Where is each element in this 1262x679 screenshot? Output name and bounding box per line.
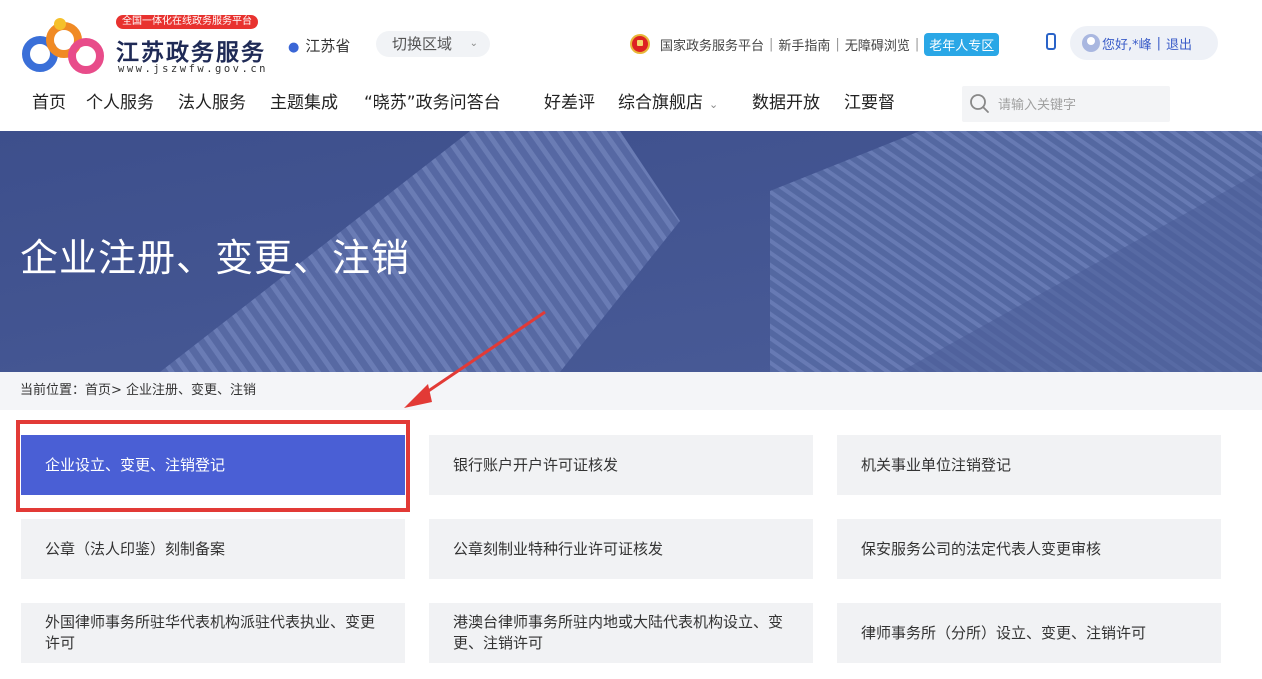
service-card[interactable]: 银行账户开户许可证核发: [429, 435, 813, 495]
service-card[interactable]: 企业设立、变更、注销登记: [21, 435, 405, 495]
service-card[interactable]: 公章（法人印鉴）刻制备案: [21, 519, 405, 579]
avatar: [1082, 34, 1100, 52]
nav-item-legal[interactable]: 法人服务: [178, 88, 246, 118]
nav-item-themes[interactable]: 主题集成: [270, 88, 338, 118]
top-links: 国家政务服务平台 | 新手指南 | 无障碍浏览 | 老年人专区: [630, 32, 1000, 56]
nav-item-personal[interactable]: 个人服务: [86, 88, 154, 118]
page-title: 企业注册、变更、注销: [20, 236, 411, 280]
service-card[interactable]: 港澳台律师事务所驻内地或大陆代表机构设立、变更、注销许可: [429, 603, 813, 663]
user-menu[interactable]: 您好,*峰 | 退出: [1070, 26, 1218, 60]
service-card-label: 律师事务所（分所）设立、变更、注销许可: [861, 623, 1147, 642]
elder-zone-button[interactable]: 老年人专区: [924, 32, 1000, 56]
service-card-label: 银行账户开户许可证核发: [453, 455, 619, 474]
service-card[interactable]: 保安服务公司的法定代表人变更审核: [837, 519, 1221, 579]
search-box: [962, 86, 1170, 124]
accessible-link[interactable]: 无障碍浏览: [845, 35, 910, 54]
breadcrumb: 当前位置：首页> 企业注册、变更、注销: [0, 372, 1262, 410]
service-card[interactable]: 外国律师事务所驻华代表机构派驻代表执业、变更许可: [21, 603, 405, 663]
page-banner: 企业注册、变更、注销: [0, 131, 1262, 372]
service-card-label: 港澳台律师事务所驻内地或大陆代表机构设立、变更、注销许可: [453, 613, 784, 652]
service-card-label: 公章（法人印鉴）刻制备案: [45, 539, 226, 558]
service-card[interactable]: 公章刻制业特种行业许可证核发: [429, 519, 813, 579]
nav-item-rating[interactable]: 好差评: [544, 88, 595, 118]
logout-link[interactable]: 退出: [1166, 34, 1192, 53]
nav-item-home[interactable]: 首页: [32, 88, 66, 118]
service-card[interactable]: 机关事业单位注销登记: [837, 435, 1221, 495]
chevron-down-icon: ⌄: [709, 98, 719, 111]
site-logo[interactable]: [20, 14, 106, 76]
nav-item-qa[interactable]: “晓苏”政务问答台: [364, 88, 501, 118]
nav-item-flagship-label: 综合旗舰店: [618, 93, 703, 113]
site-header: 全国一体化在线政务服务平台 江苏政务服务 www.jszwfw.gov.cn ●…: [0, 0, 1262, 132]
breadcrumb-current: 企业注册、变更、注销: [121, 383, 257, 398]
search-input[interactable]: [996, 86, 1166, 124]
site-name[interactable]: 江苏政务服务: [116, 33, 266, 67]
nav-item-flagship[interactable]: 综合旗舰店 ⌄: [618, 88, 718, 120]
breadcrumb-label: 当前位置：: [20, 383, 86, 398]
switch-region-label: 切换区域: [392, 35, 453, 53]
nav-item-supervise[interactable]: 江要督: [844, 88, 895, 118]
switch-region-button[interactable]: 切换区域 ⌄: [376, 31, 490, 57]
service-card-label: 外国律师事务所驻华代表机构派驻代表执业、变更许可: [45, 613, 376, 652]
mobile-icon[interactable]: [1046, 33, 1056, 50]
service-card[interactable]: 律师事务所（分所）设立、变更、注销许可: [837, 603, 1221, 663]
location-label: 江苏省: [305, 37, 351, 55]
platform-slogan: 全国一体化在线政务服务平台: [116, 15, 258, 29]
nav-item-open-data[interactable]: 数据开放: [752, 88, 820, 118]
guide-link[interactable]: 新手指南: [778, 35, 830, 54]
site-url: www.jszwfw.gov.cn: [118, 63, 268, 75]
chevron-down-icon: ⌄: [469, 38, 478, 49]
service-card-label: 保安服务公司的法定代表人变更审核: [861, 539, 1102, 558]
service-card-label: 机关事业单位注销登记: [861, 455, 1012, 474]
service-card-label: 企业设立、变更、注销登记: [45, 455, 226, 474]
user-greeting[interactable]: 您好,*峰: [1102, 34, 1152, 53]
search-icon[interactable]: [968, 92, 990, 114]
location-pin-icon: ●: [288, 40, 300, 55]
breadcrumb-home[interactable]: 首页>: [85, 383, 122, 398]
national-platform-link[interactable]: 国家政务服务平台: [660, 35, 764, 54]
national-emblem-icon: [630, 34, 650, 54]
current-location: ● 江苏省: [288, 35, 350, 56]
service-card-label: 公章刻制业特种行业许可证核发: [453, 539, 664, 558]
